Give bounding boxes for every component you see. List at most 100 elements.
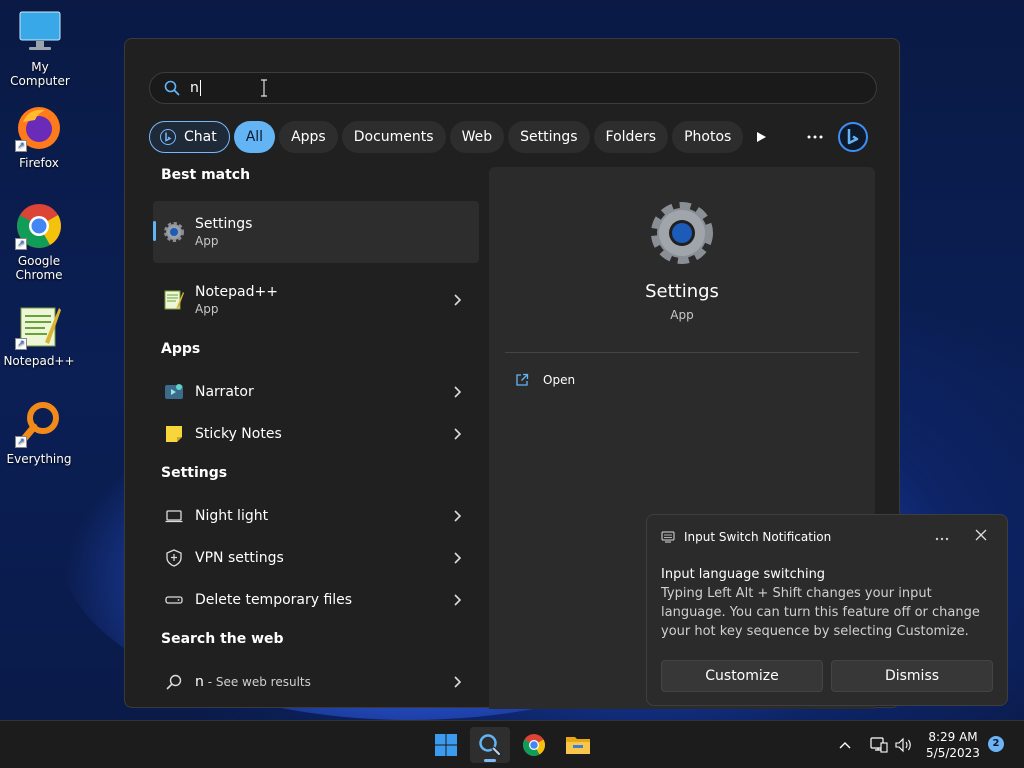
search-icon bbox=[163, 671, 185, 693]
filter-settings-label: Settings bbox=[520, 129, 578, 145]
chevron-right-icon[interactable] bbox=[453, 386, 461, 398]
desktop-icon-notepadpp[interactable]: ↗ Notepad++ bbox=[0, 302, 79, 368]
best-match-heading: Best match bbox=[161, 167, 251, 183]
filter-apps[interactable]: Apps bbox=[279, 121, 338, 153]
results-list: Best match Settings App Notepad++ App Ap… bbox=[153, 167, 479, 703]
clock-date: 5/5/2023 bbox=[926, 746, 980, 760]
settings-gear-icon bbox=[651, 202, 713, 264]
settings-gear-icon bbox=[163, 221, 185, 243]
bing-icon bbox=[160, 129, 176, 145]
taskbar-search-button[interactable] bbox=[470, 727, 510, 763]
result-name: Sticky Notes bbox=[195, 426, 282, 442]
folder-icon bbox=[566, 737, 590, 754]
result-web-search[interactable]: n - See web results bbox=[153, 661, 479, 703]
more-horizontal-icon bbox=[935, 537, 949, 541]
desktop-icon-firefox[interactable]: ↗ Firefox bbox=[0, 104, 79, 170]
chevron-right-icon[interactable] bbox=[453, 510, 461, 522]
filter-all[interactable]: All bbox=[233, 121, 276, 153]
result-name: Notepad++ bbox=[195, 284, 278, 300]
play-icon bbox=[757, 132, 766, 142]
chevron-right-icon[interactable] bbox=[453, 594, 461, 606]
filter-folders-label: Folders bbox=[605, 129, 657, 145]
customize-button[interactable]: Customize bbox=[661, 660, 823, 692]
open-label: Open bbox=[543, 373, 576, 387]
filter-documents-label: Documents bbox=[353, 129, 434, 145]
dismiss-label: Dismiss bbox=[884, 668, 940, 684]
more-horizontal-icon bbox=[807, 135, 823, 139]
filter-documents[interactable]: Documents bbox=[341, 121, 446, 153]
result-name: Delete temporary files bbox=[195, 592, 353, 608]
network-icon-button[interactable] bbox=[870, 721, 888, 768]
notepadpp-icon: ↗ bbox=[15, 302, 63, 350]
shortcut-arrow-icon: ↗ bbox=[15, 436, 27, 448]
filter-bar: Chat All Apps Documents Web Settings Fol… bbox=[149, 121, 747, 153]
bing-chat-button[interactable] bbox=[837, 121, 869, 153]
options-button[interactable] bbox=[799, 121, 831, 153]
desktop-icon-everything[interactable]: ↗ Everything bbox=[0, 400, 79, 466]
network-icon bbox=[870, 737, 888, 753]
desktop-icon-label: Firefox bbox=[19, 156, 59, 170]
show-hidden-icons-button[interactable] bbox=[838, 721, 852, 768]
chrome-icon bbox=[523, 734, 545, 756]
start-button[interactable] bbox=[426, 727, 466, 763]
result-notepadpp[interactable]: Notepad++ App bbox=[153, 269, 479, 331]
shortcut-arrow-icon: ↗ bbox=[15, 238, 27, 250]
result-name: VPN settings bbox=[195, 550, 284, 566]
detail-title: Settings bbox=[645, 281, 719, 302]
toast-text: Typing Left Alt + Shift changes your inp… bbox=[661, 586, 980, 639]
desktop-icon-my-computer[interactable]: My Computer bbox=[0, 8, 80, 88]
web-results-suffix: - See web results bbox=[203, 675, 311, 689]
result-name: Narrator bbox=[195, 384, 254, 400]
bing-icon bbox=[838, 122, 868, 152]
chevron-right-icon[interactable] bbox=[453, 294, 461, 306]
clock[interactable]: 8:29 AM 5/5/2023 bbox=[918, 729, 988, 761]
result-vpn-settings[interactable]: VPN settings bbox=[153, 537, 479, 579]
desktop-icon-chrome[interactable]: ↗ Google Chrome bbox=[0, 202, 79, 282]
settings-heading: Settings bbox=[161, 465, 228, 481]
chevron-right-icon[interactable] bbox=[453, 428, 461, 440]
taskbar: 8:29 AM 5/5/2023 bbox=[0, 720, 1024, 768]
filter-folders[interactable]: Folders bbox=[593, 121, 669, 153]
sticky-notes-icon bbox=[163, 423, 185, 445]
filter-web[interactable]: Web bbox=[449, 121, 505, 153]
filter-web-label: Web bbox=[461, 129, 493, 145]
shortcut-arrow-icon: ↗ bbox=[15, 338, 27, 350]
toast-more-button[interactable] bbox=[935, 529, 949, 545]
search-icon bbox=[164, 80, 180, 96]
taskbar-chrome[interactable] bbox=[514, 727, 554, 763]
chrome-icon: ↗ bbox=[15, 202, 63, 250]
filter-photos[interactable]: Photos bbox=[672, 121, 744, 153]
result-name: Settings bbox=[195, 216, 253, 232]
search-input[interactable]: n bbox=[149, 72, 877, 104]
result-sticky-notes[interactable]: Sticky Notes bbox=[153, 413, 479, 455]
volume-icon-button[interactable] bbox=[895, 721, 913, 768]
notification-count: 2 bbox=[992, 738, 1000, 749]
filter-apps-label: Apps bbox=[291, 129, 326, 145]
storage-drive-icon bbox=[163, 589, 185, 611]
toast-close-button[interactable] bbox=[974, 527, 988, 546]
notification-count-badge[interactable]: 2 bbox=[988, 736, 1004, 752]
open-action[interactable]: Open bbox=[515, 373, 575, 387]
apps-heading: Apps bbox=[161, 341, 201, 357]
computer-icon bbox=[16, 8, 64, 56]
filter-chat-label: Chat bbox=[184, 129, 217, 145]
result-delete-temp-files[interactable]: Delete temporary files bbox=[153, 579, 479, 621]
chevron-up-icon bbox=[839, 742, 851, 749]
chevron-right-icon[interactable] bbox=[453, 552, 461, 564]
more-filters-button[interactable] bbox=[745, 121, 777, 153]
result-narrator[interactable]: Narrator bbox=[153, 371, 479, 413]
filter-photos-label: Photos bbox=[684, 129, 732, 145]
chevron-right-icon[interactable] bbox=[453, 676, 461, 688]
toast-header-text: Input Switch Notification bbox=[684, 530, 832, 544]
shortcut-arrow-icon: ↗ bbox=[15, 140, 27, 152]
everything-icon: ↗ bbox=[15, 400, 63, 448]
filter-chat[interactable]: Chat bbox=[149, 121, 230, 153]
search-web-heading: Search the web bbox=[161, 631, 284, 647]
dismiss-button[interactable]: Dismiss bbox=[831, 660, 993, 692]
result-night-light[interactable]: Night light bbox=[153, 495, 479, 537]
result-settings[interactable]: Settings App bbox=[153, 201, 479, 263]
narrator-icon bbox=[163, 381, 185, 403]
taskbar-file-explorer[interactable] bbox=[558, 727, 598, 763]
filter-settings[interactable]: Settings bbox=[508, 121, 590, 153]
windows-logo-icon bbox=[435, 734, 457, 756]
